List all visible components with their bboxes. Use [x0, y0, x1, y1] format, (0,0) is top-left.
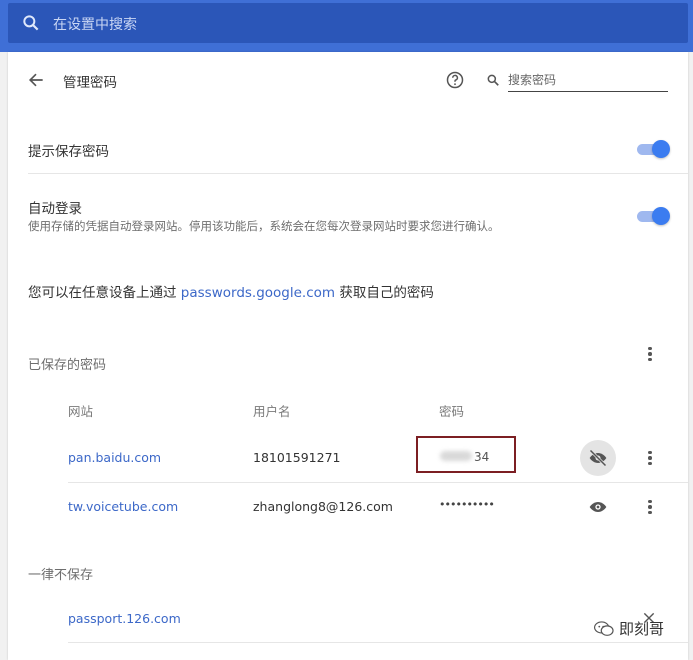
watermark-text: 即刻哥: [619, 620, 665, 638]
settings-search-box[interactable]: 在设置中搜索: [8, 3, 688, 43]
saved-passwords-more-icon[interactable]: [640, 344, 660, 364]
passwords-google-link[interactable]: passwords.google.com: [181, 285, 335, 301]
saved-row-username: 18101591271: [253, 450, 341, 465]
eye-icon: [589, 502, 607, 512]
info-suffix: 获取自己的密码: [335, 285, 434, 301]
hide-password-button[interactable]: [580, 440, 616, 476]
column-header-site: 网站: [68, 404, 94, 419]
highlight-box: [416, 436, 516, 473]
offer-to-save-toggle[interactable]: [637, 140, 670, 158]
never-saved-site[interactable]: passport.126.com: [68, 611, 181, 626]
saved-row-site[interactable]: tw.voicetube.com: [68, 499, 178, 514]
wechat-watermark: 即刻哥: [593, 618, 664, 639]
password-search-input[interactable]: 搜索密码: [508, 68, 668, 92]
password-search-icon: [487, 74, 499, 86]
manage-passwords-card: 管理密码 搜索密码 提示保存密码 自动登录 使用存储的凭据自动登录网站。停用该功…: [8, 52, 688, 660]
row-more-icon[interactable]: [640, 497, 660, 517]
column-header-username: 用户名: [253, 404, 291, 419]
auto-signin-description: 使用存储的凭据自动登录网站。停用该功能后，系统会在您每次登录网站时要求您进行确认…: [28, 219, 500, 233]
saved-row-username: zhanglong8@126.com: [253, 499, 393, 514]
auto-signin-toggle[interactable]: [637, 207, 670, 225]
page-title: 管理密码: [63, 75, 117, 91]
settings-search-placeholder: 在设置中搜索: [53, 17, 137, 33]
row-more-icon[interactable]: [640, 448, 660, 468]
never-saved-heading: 一律不保存: [28, 568, 94, 583]
divider: [68, 642, 688, 643]
saved-passwords-heading: 已保存的密码: [28, 358, 107, 373]
wechat-icon: [593, 620, 614, 636]
eye-off-icon: [589, 449, 607, 467]
auto-signin-title: 自动登录: [28, 201, 82, 217]
saved-row-site[interactable]: pan.baidu.com: [68, 450, 161, 465]
top-search-bar: 在设置中搜索: [0, 0, 693, 52]
password-search-placeholder: 搜索密码: [508, 73, 557, 87]
help-icon[interactable]: [445, 70, 465, 90]
info-prefix: 您可以在任意设备上通过: [28, 285, 181, 301]
divider: [28, 173, 688, 174]
search-icon: [23, 15, 39, 31]
offer-to-save-label: 提示保存密码: [28, 144, 109, 160]
column-header-password: 密码: [439, 404, 465, 419]
passwords-info-line: 您可以在任意设备上通过 passwords.google.com 获取自己的密码: [28, 281, 434, 301]
back-arrow-icon[interactable]: [26, 70, 46, 90]
show-password-button[interactable]: [580, 489, 616, 525]
saved-row-password: ••••••••••: [439, 498, 495, 511]
divider: [68, 482, 688, 483]
